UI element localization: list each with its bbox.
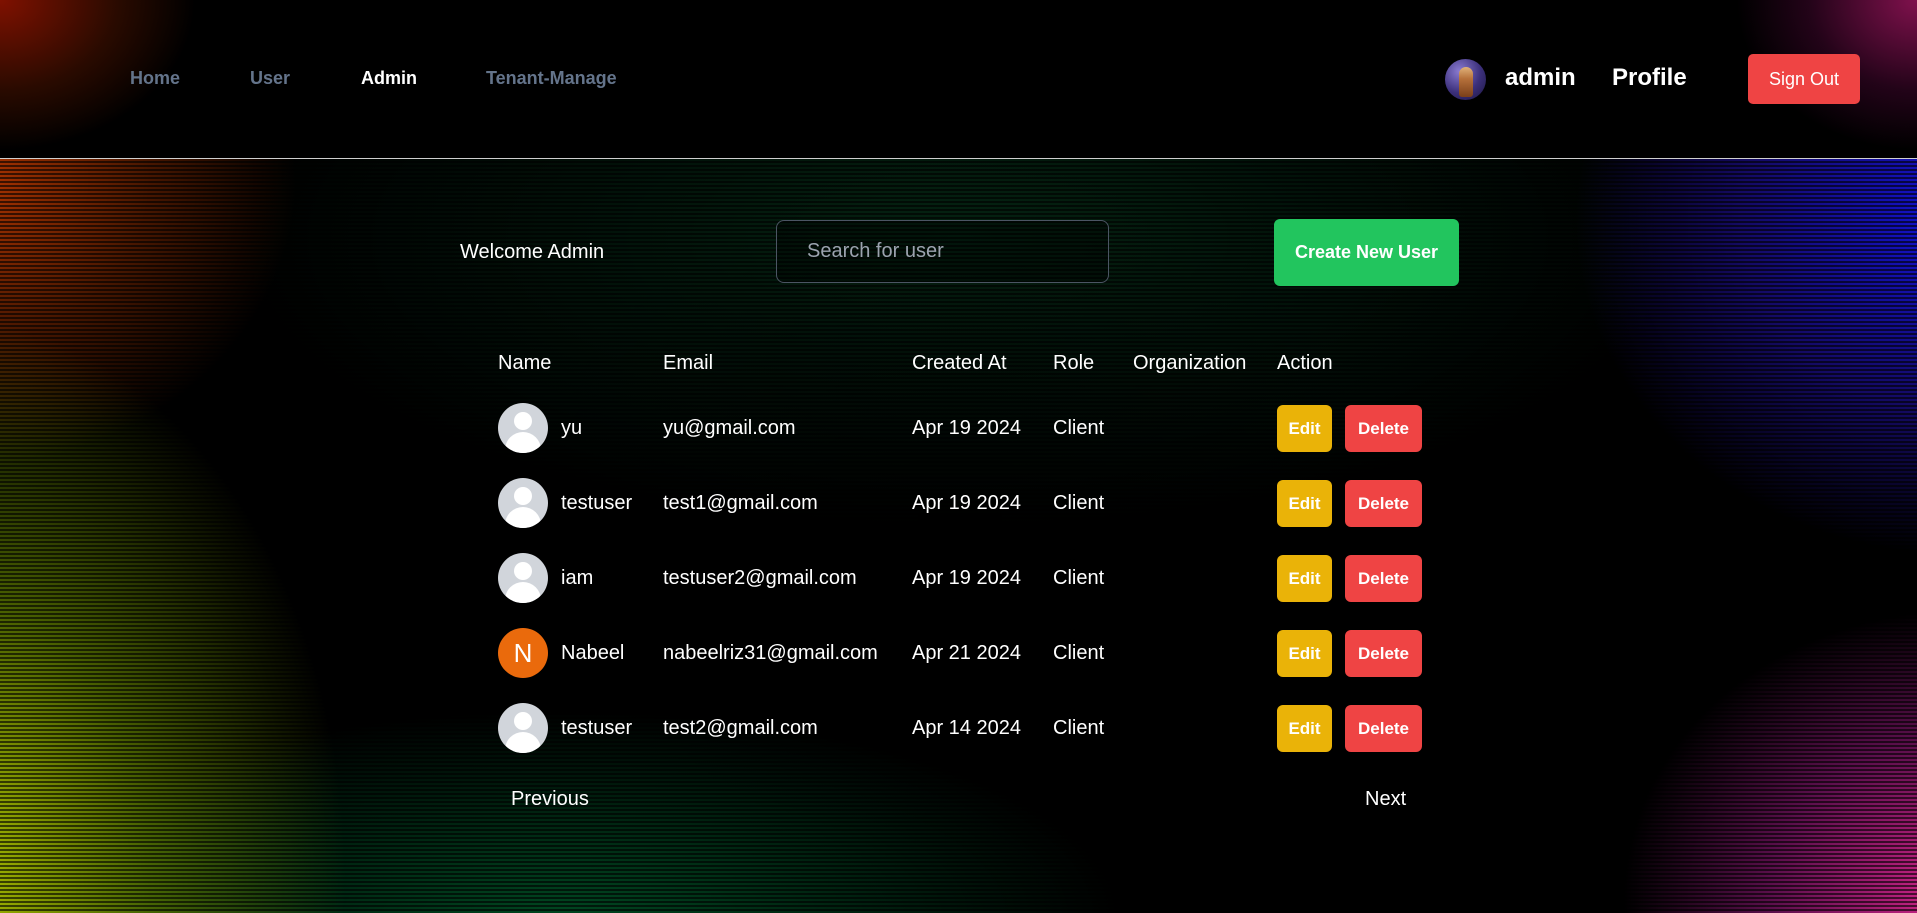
user-created-at: Apr 19 2024 xyxy=(912,567,1021,589)
sign-out-button[interactable]: Sign Out xyxy=(1748,54,1860,104)
user-name: Nabeel xyxy=(561,642,625,664)
user-role: Client xyxy=(1053,642,1105,664)
username-label: admin xyxy=(1505,64,1576,91)
next-page-button[interactable]: Next xyxy=(1365,788,1406,811)
user-created-at: Apr 19 2024 xyxy=(912,492,1021,514)
delete-user-button[interactable]: Delete xyxy=(1345,705,1422,752)
avatar-figure-icon xyxy=(1459,67,1473,97)
default-user-avatar-icon xyxy=(498,703,548,753)
edit-user-button[interactable]: Edit xyxy=(1277,480,1332,527)
table-row: testuser test2@gmail.com Apr 14 2024 Cli… xyxy=(0,693,1917,768)
nav-link-admin[interactable]: Admin xyxy=(361,68,417,89)
initial-avatar-icon: N xyxy=(498,628,548,678)
edit-user-button[interactable]: Edit xyxy=(1277,630,1332,677)
nav-link-tenant-manage[interactable]: Tenant-Manage xyxy=(486,68,617,89)
search-user-input[interactable] xyxy=(776,220,1109,283)
column-header-created-at: Created At xyxy=(912,352,1007,374)
nav-link-home[interactable]: Home xyxy=(130,68,180,89)
user-created-at: Apr 21 2024 xyxy=(912,642,1021,664)
user-role: Client xyxy=(1053,492,1105,514)
table-row: N Nabeel nabeelriz31@gmail.com Apr 21 20… xyxy=(0,618,1917,693)
delete-user-button[interactable]: Delete xyxy=(1345,405,1422,452)
edit-user-button[interactable]: Edit xyxy=(1277,705,1332,752)
column-header-action: Action xyxy=(1277,352,1333,374)
user-created-at: Apr 19 2024 xyxy=(912,417,1021,439)
user-name: testuser xyxy=(561,717,633,739)
column-header-name: Name xyxy=(498,352,552,374)
user-name: iam xyxy=(561,567,594,589)
default-user-avatar-icon xyxy=(498,553,548,603)
user-role: Client xyxy=(1053,717,1105,739)
delete-user-button[interactable]: Delete xyxy=(1345,555,1422,602)
user-role: Client xyxy=(1053,567,1105,589)
table-row: yu yu@gmail.com Apr 19 2024 Client Edit … xyxy=(0,393,1917,468)
user-avatar[interactable] xyxy=(1445,59,1486,100)
nav-link-user[interactable]: User xyxy=(250,68,290,89)
edit-user-button[interactable]: Edit xyxy=(1277,405,1332,452)
welcome-text: Welcome Admin xyxy=(460,241,605,263)
delete-user-button[interactable]: Delete xyxy=(1345,630,1422,677)
user-role: Client xyxy=(1053,417,1105,439)
default-user-avatar-icon xyxy=(498,403,548,453)
column-header-role: Role xyxy=(1053,352,1095,374)
user-name: testuser xyxy=(561,492,633,514)
delete-user-button[interactable]: Delete xyxy=(1345,480,1422,527)
user-email: nabeelriz31@gmail.com xyxy=(663,642,878,664)
previous-page-button[interactable]: Previous xyxy=(511,788,589,811)
user-email: test2@gmail.com xyxy=(663,717,818,739)
user-name: yu xyxy=(561,417,583,439)
top-navbar: Home User Admin Tenant-Manage admin Prof… xyxy=(0,0,1917,159)
user-email: yu@gmail.com xyxy=(663,417,796,439)
profile-link[interactable]: Profile xyxy=(1612,64,1687,92)
default-user-avatar-icon xyxy=(498,478,548,528)
column-header-email: Email xyxy=(663,352,714,374)
user-email: testuser2@gmail.com xyxy=(663,567,857,589)
table-row: testuser test1@gmail.com Apr 19 2024 Cli… xyxy=(0,468,1917,543)
create-new-user-button[interactable]: Create New User xyxy=(1274,219,1459,286)
column-header-organization: Organization xyxy=(1133,352,1247,374)
edit-user-button[interactable]: Edit xyxy=(1277,555,1332,602)
user-email: test1@gmail.com xyxy=(663,492,818,514)
table-row: iam testuser2@gmail.com Apr 19 2024 Clie… xyxy=(0,543,1917,618)
user-created-at: Apr 14 2024 xyxy=(912,717,1021,739)
